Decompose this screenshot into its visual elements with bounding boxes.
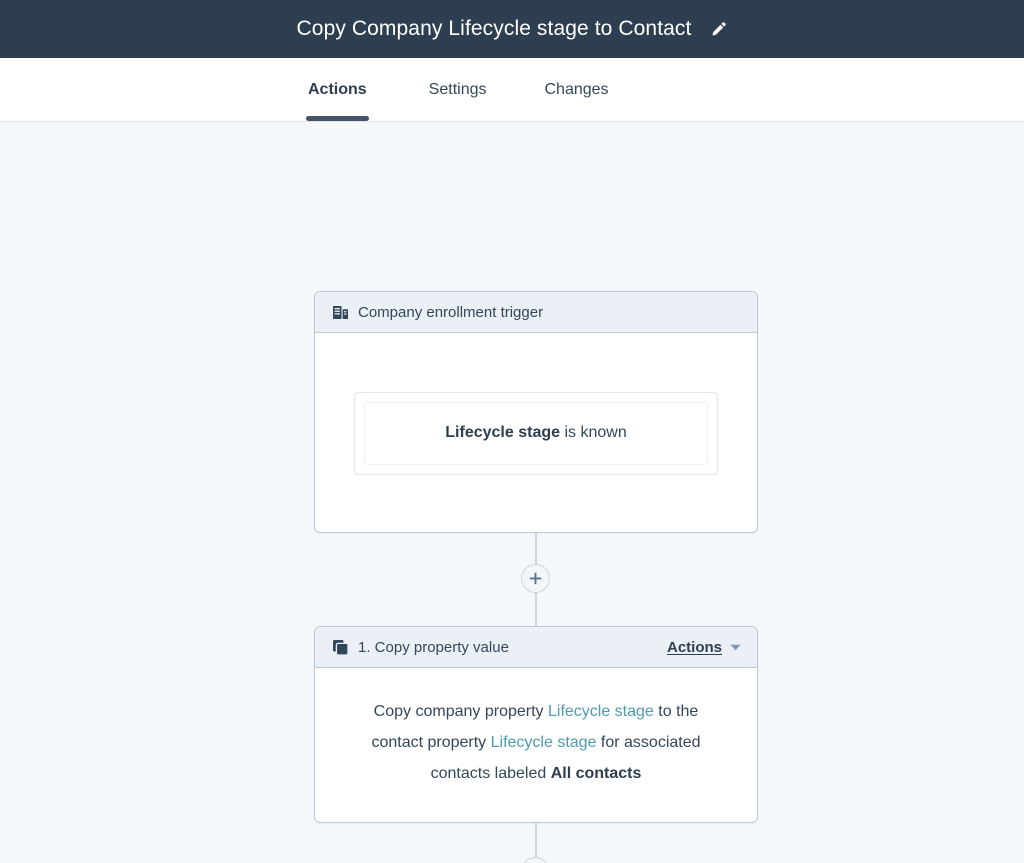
trigger-card-header: Company enrollment trigger xyxy=(315,292,757,333)
action-card-title: 1. Copy property value xyxy=(358,638,509,656)
tab-actions[interactable]: Actions xyxy=(306,58,369,121)
target-property-link[interactable]: Lifecycle stage xyxy=(491,734,597,751)
enrollment-filter-row[interactable]: Lifecycle stage is known xyxy=(364,401,708,465)
source-property-link[interactable]: Lifecycle stage xyxy=(548,703,654,720)
trigger-card-title: Company enrollment trigger xyxy=(358,303,544,321)
company-enrollment-trigger-card[interactable]: Company enrollment trigger Lifecycle sta… xyxy=(314,291,758,533)
page-title: Copy Company Lifecycle stage to Contact xyxy=(296,17,692,40)
action-description: Copy company property Lifecycle stage to… xyxy=(353,696,719,789)
action-card-header: 1. Copy property value Actions xyxy=(315,627,757,668)
trigger-card-body: Lifecycle stage is known xyxy=(315,333,757,533)
add-action-button-1[interactable] xyxy=(521,564,550,593)
action-text-1: Copy company property xyxy=(373,703,548,720)
enrollment-filter-group[interactable]: Lifecycle stage is known xyxy=(354,391,718,475)
actions-menu-label: Actions xyxy=(666,638,722,656)
tab-changes-label: Changes xyxy=(544,80,609,98)
workflow-tabbar: Actions Settings Changes xyxy=(0,58,1024,122)
action-card-body: Copy company property Lifecycle stage to… xyxy=(315,668,757,819)
tab-settings-label: Settings xyxy=(428,80,487,98)
company-building-icon xyxy=(332,304,349,321)
workflow-canvas: Company enrollment trigger Lifecycle sta… xyxy=(0,122,1024,863)
filter-property-name: Lifecycle stage xyxy=(445,424,561,441)
filter-operator: is known xyxy=(564,424,627,441)
tab-changes[interactable]: Changes xyxy=(544,58,608,121)
titlebar-content: Copy Company Lifecycle stage to Contact xyxy=(297,17,728,41)
workflow-titlebar: Copy Company Lifecycle stage to Contact xyxy=(0,0,1024,58)
tab-actions-label: Actions xyxy=(308,80,367,98)
edit-title-pencil-icon[interactable] xyxy=(709,21,727,39)
filter-text: Lifecycle stage is known xyxy=(445,424,626,442)
tab-settings[interactable]: Settings xyxy=(429,58,487,121)
copy-property-value-action-card[interactable]: 1. Copy property value Actions Copy comp… xyxy=(314,626,758,823)
chevron-down-icon xyxy=(730,644,741,650)
add-action-button-2[interactable] xyxy=(521,857,550,863)
association-label: All contacts xyxy=(550,765,642,782)
plus-icon xyxy=(529,572,542,585)
copy-icon xyxy=(332,639,349,656)
action-card-actions-menu[interactable]: Actions xyxy=(667,639,741,656)
